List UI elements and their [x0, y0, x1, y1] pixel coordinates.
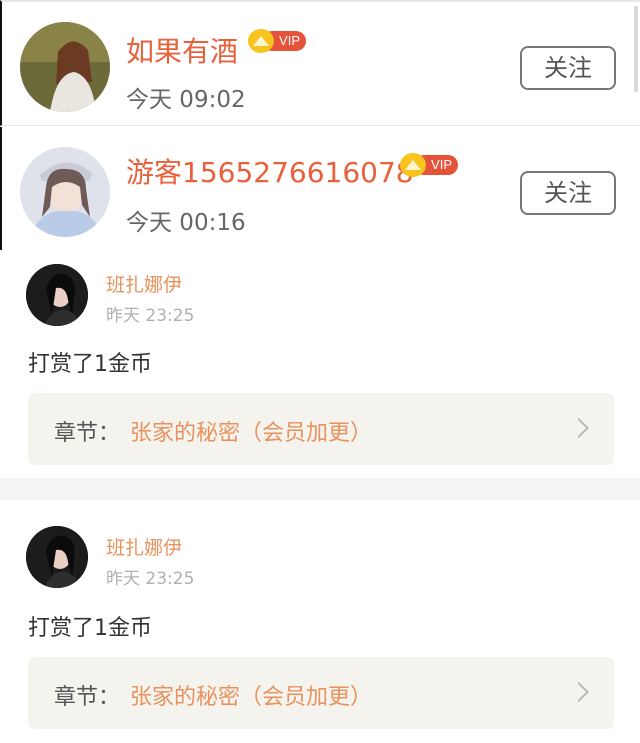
crown-icon: [400, 153, 426, 177]
reward-card: 班扎娜伊 昨天 23:25 打赏了1金币 章节： 张家的秘密（会员加更）: [0, 252, 640, 478]
avatar[interactable]: [26, 526, 88, 588]
follow-button[interactable]: 关注: [520, 171, 616, 215]
chapter-label: 章节：: [54, 421, 121, 446]
reward-card: 班扎娜伊 昨天 23:25 打赏了1金币 章节： 张家的秘密（会员加更）: [0, 500, 640, 743]
reward-text: 打赏了1金币: [28, 616, 152, 641]
avatar[interactable]: [20, 22, 110, 112]
chevron-right-icon: [569, 418, 589, 438]
chapter-label: 章节：: [54, 685, 121, 710]
avatar[interactable]: [26, 264, 88, 326]
username[interactable]: 游客1565276616078: [126, 151, 414, 191]
follower-row[interactable]: 游客1565276616078 VIP 今天 00:16 关注: [0, 127, 640, 250]
reward-username[interactable]: 班扎娜伊: [106, 533, 182, 560]
avatar[interactable]: [20, 147, 110, 237]
chapter-link[interactable]: 章节： 张家的秘密（会员加更）: [28, 393, 614, 465]
follower-row[interactable]: 如果有酒 VIP 今天 09:02 关注: [0, 0, 640, 126]
follow-time: 今天 00:16: [126, 210, 246, 236]
reward-text: 打赏了1金币: [28, 352, 152, 377]
chapter-title: 张家的秘密（会员加更）: [130, 421, 373, 446]
crown-icon: [248, 29, 274, 53]
follow-time: 今天 09:02: [126, 87, 246, 113]
follow-button[interactable]: 关注: [520, 46, 616, 90]
reward-time: 昨天 23:25: [106, 569, 195, 589]
chapter-title: 张家的秘密（会员加更）: [130, 685, 373, 710]
scrollbar[interactable]: [634, 6, 638, 92]
vip-badge: VIP: [248, 28, 306, 54]
reward-username[interactable]: 班扎娜伊: [106, 270, 182, 297]
vip-badge: VIP: [400, 152, 458, 178]
username[interactable]: 如果有酒: [126, 30, 238, 70]
chevron-right-icon: [569, 682, 589, 702]
reward-time: 昨天 23:25: [106, 306, 195, 326]
section-divider: [0, 478, 640, 500]
chapter-link[interactable]: 章节： 张家的秘密（会员加更）: [28, 657, 614, 729]
